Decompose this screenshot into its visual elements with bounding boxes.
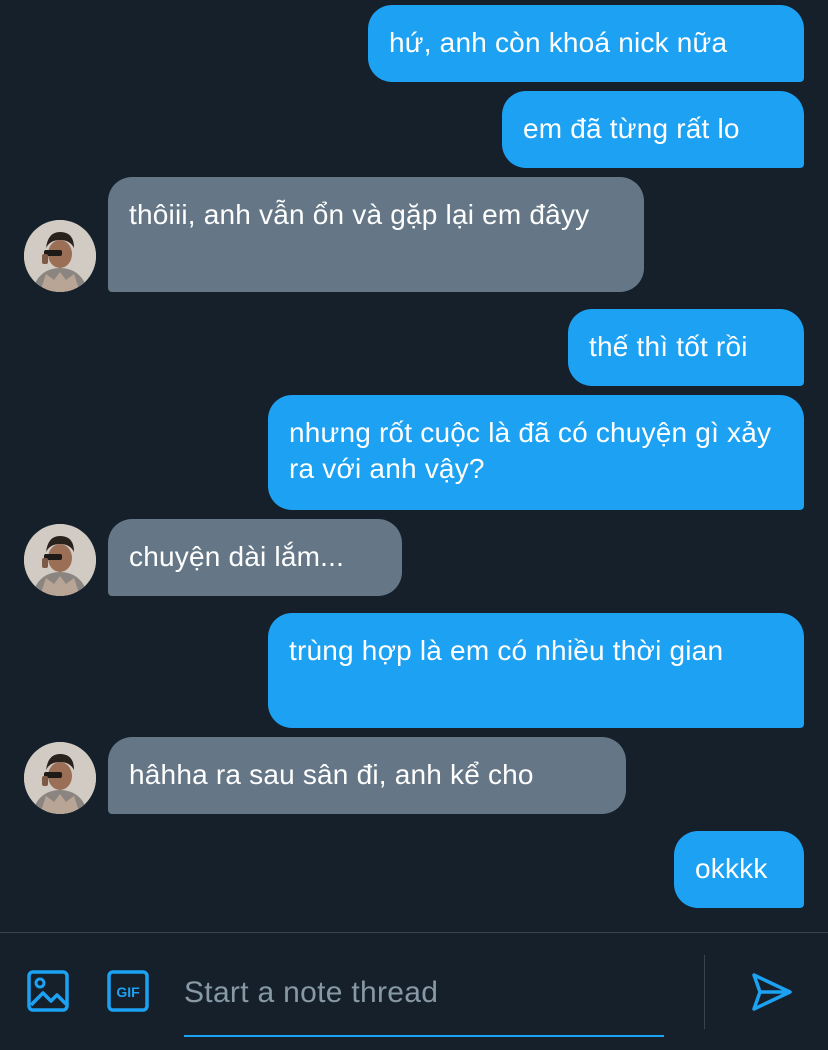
avatar[interactable]: [24, 742, 96, 814]
composer-divider: [704, 955, 705, 1029]
message-received[interactable]: hâhha ra sau sân đi, anh kể cho: [108, 737, 626, 814]
avatar[interactable]: [24, 220, 96, 292]
message-sent[interactable]: em đã từng rất lo: [502, 91, 804, 168]
note-thread-input[interactable]: [184, 963, 664, 1023]
gif-icon[interactable]: GIF: [106, 969, 150, 1013]
note-thread-input-container: [184, 963, 664, 1037]
message-sent[interactable]: okkkk: [674, 831, 804, 908]
message-sent[interactable]: trùng hợp là em có nhiều thời gian: [268, 613, 804, 728]
message-received[interactable]: thôiii, anh vẫn ổn và gặp lại em đâyy: [108, 177, 644, 292]
dm-conversation-screen: hứ, anh còn khoá nick nữa em đã từng rất…: [0, 0, 828, 1050]
avatar-image: [24, 524, 96, 596]
message-sent[interactable]: thế thì tốt rồi: [568, 309, 804, 386]
gif-label: GIF: [116, 984, 140, 1000]
avatar-image: [24, 742, 96, 814]
message-composer: GIF: [0, 932, 828, 1050]
avatar[interactable]: [24, 524, 96, 596]
image-icon[interactable]: [26, 969, 70, 1013]
message-sent[interactable]: hứ, anh còn khoá nick nữa: [368, 5, 804, 82]
message-sent[interactable]: nhưng rốt cuộc là đã có chuyện gì xảy ra…: [268, 395, 804, 510]
avatar-image: [24, 220, 96, 292]
message-received[interactable]: chuyện dài lắm...: [108, 519, 402, 596]
send-icon[interactable]: [750, 971, 794, 1015]
